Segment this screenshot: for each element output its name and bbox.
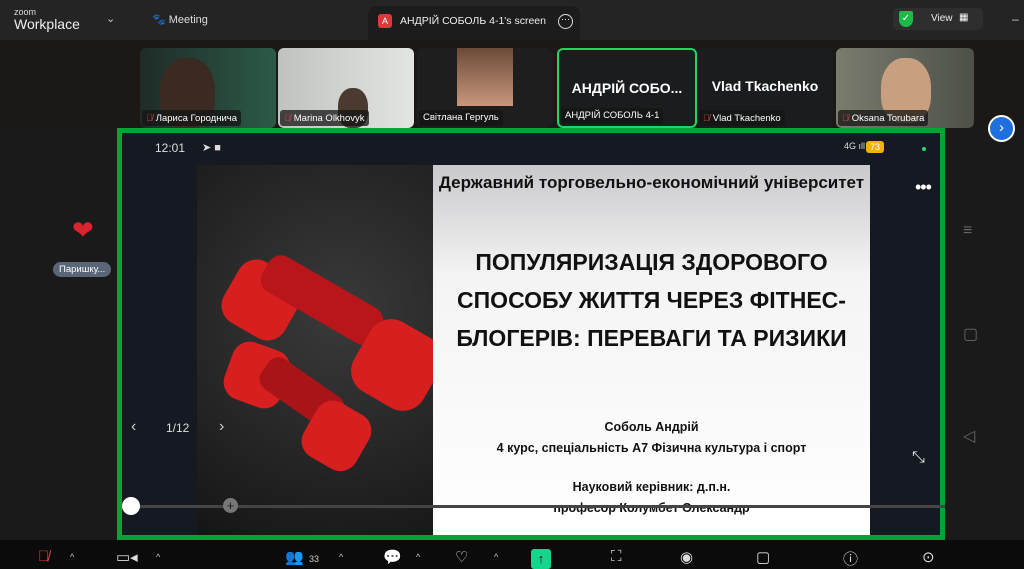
square-icon: ▢ xyxy=(963,326,979,343)
participant-tile[interactable]: 🎙̸ Marina Olkhovyk xyxy=(278,48,414,128)
prev-slide-button[interactable]: ‹ xyxy=(131,418,136,436)
meeting-toolbar: 🎙̸ ^ ▭◂ ^ 👥 33 ^ 💬 ^ ♡ ^ ↑ ⛶ ◉ ▢ ⓘ ⊙ xyxy=(0,540,1024,569)
fullscreen-icon[interactable]: ⤡ xyxy=(912,449,925,467)
apps-icon[interactable]: ⛶ xyxy=(611,548,622,565)
mic-muted-icon: 🎙̸ xyxy=(703,113,710,123)
dumbbell-image: ‹ 1/12 › xyxy=(131,165,443,535)
share-screen-button[interactable]: ↑ xyxy=(531,549,551,569)
next-page-button[interactable]: › xyxy=(988,115,1015,142)
supervisor: професор Колумбет Олександр xyxy=(553,501,750,515)
shield-check-icon: ✓ xyxy=(899,11,913,27)
sharer-avatar: A xyxy=(378,14,392,28)
signal-icon: 4G ıll xyxy=(844,141,866,151)
info-icon[interactable]: ⓘ xyxy=(843,548,858,569)
mic-muted-icon: 🎙̸ xyxy=(146,113,153,123)
whiteboard-icon[interactable]: ▢ xyxy=(756,548,770,566)
add-icon[interactable]: + xyxy=(223,498,238,513)
participant-tile[interactable]: Світлана Гергуль xyxy=(417,48,553,128)
slide-counter: 1/12 xyxy=(166,421,190,435)
next-slide-button[interactable]: › xyxy=(219,418,224,436)
reaction-sender: Паришку... xyxy=(53,262,112,277)
slide-progress-knob[interactable] xyxy=(122,497,140,515)
chevron-down-icon[interactable]: ⌄ xyxy=(106,12,115,25)
slide-text-panel: Державний торговельно-економічний універ… xyxy=(433,165,870,535)
supervisor-label: Науковий керівник: д.п.н. xyxy=(572,480,731,494)
course: 4 курс, спеціальність А7 Фізична культур… xyxy=(496,441,807,455)
participants-caret[interactable]: ^ xyxy=(339,552,343,562)
video-options-caret[interactable]: ^ xyxy=(156,552,160,562)
share-screen-tab[interactable]: A АНДРІЙ СОБОЛЬ 4-1's screen ··· xyxy=(368,6,580,40)
chat-caret[interactable]: ^ xyxy=(416,552,420,562)
audio-options-caret[interactable]: ^ xyxy=(70,552,74,562)
slide-title: ПОПУЛЯРИЗАЦІЯ ЗДОРОВОГО СПОСОБУ ЖИТТЯ ЧЕ… xyxy=(456,249,847,351)
minimize-button[interactable]: – xyxy=(1012,12,1019,26)
participant-strip: 🎙̸ Лариса Городнича 🎙̸ Marina Olkhovyk Сві… xyxy=(0,40,1024,142)
heart-reaction-icon: ❤ xyxy=(72,215,94,245)
participants-count: 33 xyxy=(309,554,320,564)
phone-time: 12:01 xyxy=(155,141,186,155)
telegram-camera-icons: ➤ ■ xyxy=(202,142,221,154)
view-button[interactable]: ✓ View ▦ xyxy=(893,8,983,30)
title-bar: zoom Workplace ⌄ 🐾 Meeting A АНДРІЙ СОБО… xyxy=(0,0,1024,40)
mic-muted-icon: 🎙̸ xyxy=(284,113,291,123)
video-feed xyxy=(457,48,513,106)
record-icon[interactable]: ◉ xyxy=(680,548,693,566)
logo-workplace: Workplace xyxy=(14,16,80,32)
meeting-tab[interactable]: 🐾 Meeting xyxy=(152,13,208,26)
status-dot xyxy=(922,147,926,151)
more-icon[interactable]: ••• xyxy=(915,177,932,198)
university-name: Державний торговельно-економічний універ… xyxy=(438,173,865,192)
mic-muted-icon: 🎙̸ xyxy=(842,113,849,123)
reactions-caret[interactable]: ^ xyxy=(494,552,498,562)
participant-tile[interactable]: 🎙̸ Oksana Torubara xyxy=(836,48,974,128)
back-triangle-icon: ◁ xyxy=(963,428,976,445)
paw-icon: 🐾 xyxy=(152,14,169,26)
participants-icon[interactable]: 👥 xyxy=(285,548,304,566)
menu-icon: ≡ xyxy=(963,222,973,239)
reactions-heart-icon[interactable]: ♡ xyxy=(455,548,468,566)
grid-icon: ▦ xyxy=(959,12,969,23)
participant-tile[interactable]: Vlad Tkachenko 🎙̸ Vlad Tkachenko xyxy=(697,48,833,128)
slide-progress-track[interactable] xyxy=(127,505,945,508)
participant-tile[interactable]: 🎙̸ Лариса Городнича xyxy=(140,48,276,128)
more-options-icon[interactable]: ··· xyxy=(558,14,573,29)
video-camera-icon[interactable]: ▭◂ xyxy=(116,548,138,566)
author: Соболь Андрій xyxy=(604,420,699,434)
mic-muted-icon[interactable]: 🎙̸ xyxy=(38,548,49,565)
shared-screen[interactable]: 12:01 ➤ ■ 4G ıll 73 ‹ 1/12 › Державний т… xyxy=(117,128,945,540)
participant-tile-active[interactable]: АНДРІЙ СОБО... АНДРІЙ СОБОЛЬ 4-1 xyxy=(557,48,697,128)
battery-indicator: 73 xyxy=(866,141,885,153)
view-label: View xyxy=(931,13,953,24)
share-tab-title: АНДРІЙ СОБОЛЬ 4-1's screen xyxy=(400,15,546,27)
chat-icon[interactable]: 💬 xyxy=(383,548,402,566)
more-options-icon[interactable]: ⊙ xyxy=(922,548,935,566)
